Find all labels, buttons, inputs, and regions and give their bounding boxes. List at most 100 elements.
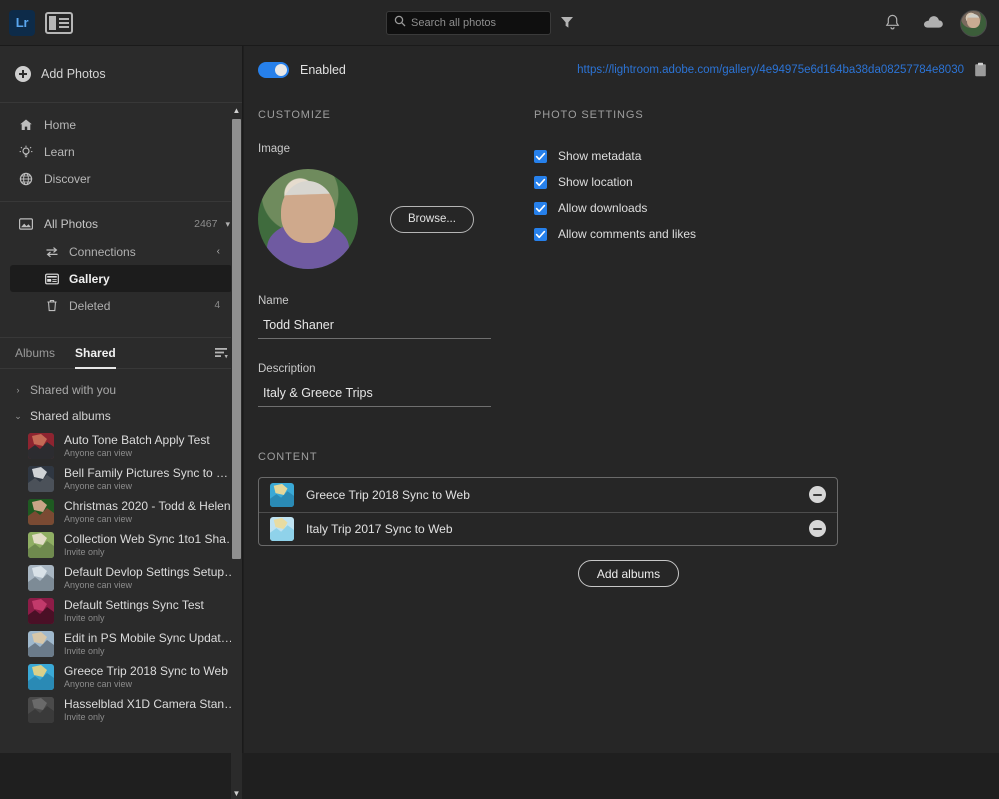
search-box[interactable] — [386, 11, 551, 35]
sidebar-item-learn[interactable]: Learn — [0, 138, 242, 165]
album-permission: Invite only — [64, 712, 105, 722]
scroll-down-arrow-icon[interactable]: ▼ — [231, 787, 242, 799]
search-input[interactable] — [411, 17, 539, 29]
panel-toggle-icon[interactable] — [45, 11, 73, 34]
sidebar-item-home[interactable]: Home — [0, 111, 242, 138]
album-title: Christmas 2020 - Todd & Helen — [64, 499, 231, 513]
scrollbar-thumb[interactable] — [232, 119, 241, 559]
enabled-toggle[interactable] — [258, 61, 289, 78]
album-permission: Anyone can view — [64, 514, 133, 524]
shared-album-item[interactable]: Bell Family Pictures Sync to Web Anyone c… — [0, 462, 242, 495]
gallery-label: Gallery — [69, 271, 110, 286]
shared-album-item[interactable]: Default Settings Sync Test Invite only — [0, 594, 242, 627]
checkbox-row[interactable]: Show metadata — [534, 143, 696, 169]
checkbox-2[interactable] — [534, 201, 547, 215]
checkbox-3[interactable] — [534, 227, 547, 241]
share-url-row: https://lightroom.adobe.com/gallery/4e94… — [577, 62, 999, 77]
photo-settings-column: PHOTO SETTINGS Show metadata Show locatio… — [534, 109, 696, 407]
name-label: Name — [258, 295, 289, 307]
add-photos-button[interactable]: Add Photos — [0, 46, 242, 103]
browse-button[interactable]: Browse... — [390, 205, 474, 233]
shared-album-item[interactable]: Hasselblad X1D Camera Standard Invite onl… — [0, 693, 242, 726]
checkbox-label: Allow comments and likes — [558, 227, 697, 241]
tab-albums[interactable]: Albums — [15, 338, 55, 369]
home-icon — [18, 117, 33, 132]
shared-album-item[interactable]: Auto Tone Batch Apply Test Anyone can vie… — [0, 429, 242, 462]
shared-album-list: Auto Tone Batch Apply Test Anyone can vie… — [0, 429, 242, 726]
album-thumbnail — [270, 516, 294, 541]
sidebar-tabs: Albums Shared — [0, 337, 242, 369]
content-album-title: Greece Trip 2018 Sync to Web — [306, 487, 470, 502]
deleted-label: Deleted — [69, 298, 111, 313]
profile-image — [258, 169, 358, 269]
content-album-title: Italy Trip 2017 Sync to Web — [306, 521, 453, 536]
content-album-row[interactable]: Italy Trip 2017 Sync to Web — [259, 511, 837, 546]
notification-bell-icon[interactable] — [884, 14, 902, 32]
album-title: Default Devlop Settings Setup Fi... — [64, 565, 239, 579]
checkbox-row[interactable]: Show location — [534, 169, 696, 195]
checkbox-row[interactable]: Allow comments and likes — [534, 221, 696, 247]
content-album-row[interactable]: Greece Trip 2018 Sync to Web — [259, 478, 837, 512]
remove-album-button[interactable] — [809, 520, 826, 538]
album-thumbnail — [28, 696, 54, 723]
description-input[interactable] — [258, 384, 491, 407]
sort-icon[interactable] — [214, 346, 230, 360]
album-title: Edit in PS Mobile Sync Update Test — [64, 631, 239, 645]
photo-settings-heading: PHOTO SETTINGS — [534, 109, 644, 121]
sidebar-label-learn: Learn — [44, 144, 75, 159]
sidebar-item-deleted[interactable]: Deleted 4 — [10, 292, 232, 319]
lightroom-logo[interactable]: Lr — [9, 9, 35, 36]
sidebar-scrollbar[interactable]: ▲ ▼ — [231, 104, 242, 799]
tree-shared-albums[interactable]: ⌄ Shared albums — [0, 403, 242, 429]
customize-heading: CUSTOMIZE — [258, 109, 331, 121]
album-permission: Anyone can view — [64, 580, 133, 590]
tab-shared[interactable]: Shared — [75, 338, 116, 369]
checkbox-1[interactable] — [534, 175, 547, 189]
album-title: Collection Web Sync 1to1 Sharp... — [64, 532, 239, 546]
image-label: Image — [258, 143, 290, 155]
album-permission: Invite only — [64, 646, 105, 656]
shared-album-item[interactable]: Default Devlop Settings Setup Fi... Anyon… — [0, 561, 242, 594]
chevron-down-icon[interactable]: ▾ — [225, 219, 230, 230]
name-input[interactable] — [258, 316, 491, 339]
sidebar-divider-1 — [0, 201, 242, 202]
cloud-sync-icon[interactable] — [922, 14, 943, 32]
lightbulb-icon — [18, 144, 33, 159]
sidebar-item-connections[interactable]: Connections ‹ — [10, 238, 232, 265]
description-field-block: Description — [258, 363, 520, 407]
album-permission: Anyone can view — [64, 481, 133, 491]
album-title: Hasselblad X1D Camera Standard — [64, 697, 239, 711]
share-url-link[interactable]: https://lightroom.adobe.com/gallery/4e94… — [577, 64, 964, 76]
shared-album-item[interactable]: Edit in PS Mobile Sync Update Test Invite… — [0, 627, 242, 660]
filter-icon[interactable] — [560, 15, 574, 29]
content-album-list: Greece Trip 2018 Sync to Web Italy Trip 2… — [258, 477, 838, 546]
checkbox-row[interactable]: Allow downloads — [534, 195, 696, 221]
library-section: All Photos 2467 ▾ Connections ‹ Gallery … — [0, 210, 242, 319]
user-avatar[interactable] — [960, 9, 987, 37]
checkbox-label: Show location — [558, 175, 633, 189]
tree-shared-with-you[interactable]: › Shared with you — [0, 377, 242, 403]
add-photos-label: Add Photos — [41, 67, 106, 81]
checkbox-0[interactable] — [534, 149, 547, 163]
trash-icon — [44, 298, 59, 313]
topbar-right-cluster — [884, 0, 987, 46]
album-permission: Invite only — [64, 613, 105, 623]
add-albums-button[interactable]: Add albums — [577, 560, 680, 587]
shared-album-item[interactable]: Collection Web Sync 1to1 Sharp... Invite … — [0, 528, 242, 561]
copy-clipboard-icon[interactable] — [974, 62, 987, 77]
album-title: Default Settings Sync Test — [64, 598, 204, 612]
scroll-up-arrow-icon[interactable]: ▲ — [231, 104, 242, 116]
album-thumbnail — [28, 531, 54, 558]
deleted-count: 4 — [214, 300, 220, 311]
chevron-left-icon[interactable]: ‹ — [217, 246, 220, 257]
shared-album-item[interactable]: Christmas 2020 - Todd & Helen Anyone can … — [0, 495, 242, 528]
sidebar-item-gallery[interactable]: Gallery — [10, 265, 232, 292]
sidebar-item-all-photos[interactable]: All Photos 2467 ▾ — [0, 210, 242, 238]
remove-album-button[interactable] — [809, 486, 826, 504]
album-thumbnail — [28, 465, 54, 492]
shared-album-item[interactable]: Greece Trip 2018 Sync to Web Anyone can v… — [0, 660, 242, 693]
chevron-right-icon: › — [16, 385, 20, 395]
checkbox-label: Show metadata — [558, 149, 642, 163]
all-photos-count: 2467 — [194, 218, 218, 230]
sidebar-item-discover[interactable]: Discover — [0, 165, 242, 192]
